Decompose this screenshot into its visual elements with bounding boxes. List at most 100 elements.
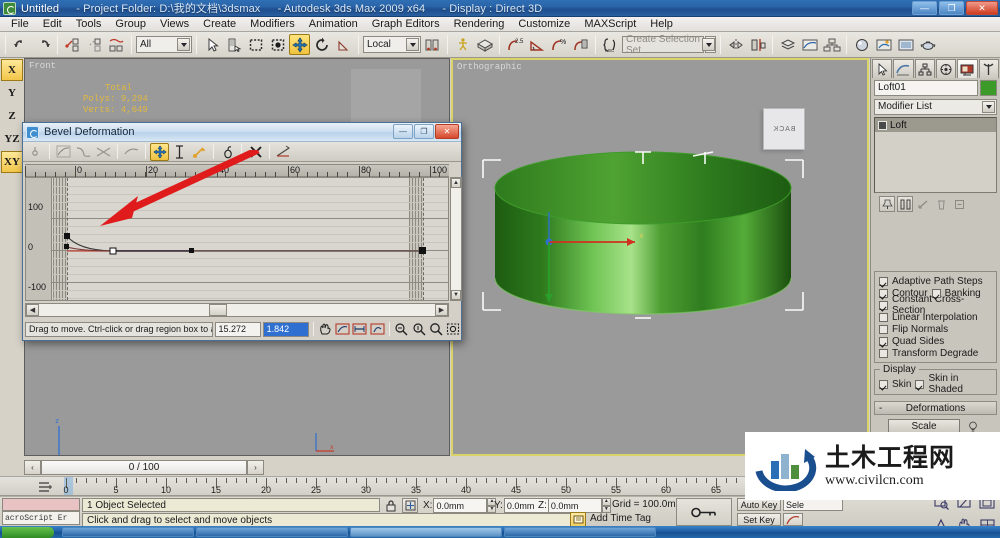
render-setup-button[interactable] <box>873 34 894 55</box>
object-name-field[interactable]: Loft01 <box>874 80 978 96</box>
axis-constraint-x[interactable]: X <box>1 59 23 81</box>
menu-item-tools[interactable]: Tools <box>69 17 109 32</box>
scroll-up-button[interactable]: ▲ <box>451 178 461 188</box>
taskbar-item-2[interactable] <box>196 527 348 537</box>
checkbox-row-quad-sides[interactable]: Quad Sides <box>879 335 994 347</box>
layer-manager-button[interactable] <box>777 34 798 55</box>
menu-item-rendering[interactable]: Rendering <box>447 17 512 32</box>
checkbox-flip-normals[interactable] <box>879 324 888 334</box>
angle-snap-toggle-button[interactable] <box>526 34 547 55</box>
checkbox-banking[interactable] <box>931 288 941 298</box>
delete-control-point-button[interactable] <box>246 143 265 161</box>
axis-constraint-z[interactable]: Z <box>1 105 23 127</box>
select-and-rotate-button[interactable] <box>311 34 332 55</box>
zoom-vertical-button[interactable] <box>411 321 426 337</box>
pin-stack-button[interactable] <box>879 196 895 212</box>
previous-frame-button[interactable]: ‹ <box>24 459 41 475</box>
zoom-region-button[interactable] <box>446 321 461 337</box>
modifier-list-combo[interactable]: Modifier List <box>874 99 997 115</box>
axis-constraint-xy[interactable]: XY <box>1 151 23 173</box>
checkbox-row-adaptive-path-steps[interactable]: Adaptive Path Steps <box>879 275 994 287</box>
rectangular-selection-region-button[interactable] <box>245 34 266 55</box>
menu-item-file[interactable]: File <box>4 17 36 32</box>
modifier-stack-item-loft[interactable]: Loft <box>875 118 996 132</box>
pan-button[interactable] <box>318 321 333 337</box>
start-button[interactable] <box>2 526 54 538</box>
snaps-toggle-button[interactable]: 2.5 <box>504 34 525 55</box>
menu-item-edit[interactable]: Edit <box>36 17 69 32</box>
checkbox-constant-cross-section[interactable] <box>879 300 888 310</box>
align-button[interactable] <box>747 34 768 55</box>
create-tab[interactable] <box>872 59 893 78</box>
corner-curve-button[interactable] <box>54 143 73 161</box>
utilities-tab[interactable] <box>978 59 999 78</box>
select-and-manipulate-button[interactable] <box>452 34 473 55</box>
named-selection-set-dropdown[interactable] <box>702 36 716 53</box>
coordinate-z-input[interactable]: 0.0mm <box>547 498 602 513</box>
close-button[interactable]: ✕ <box>966 1 998 15</box>
schematic-view-button[interactable] <box>821 34 842 55</box>
select-and-link-button[interactable] <box>62 34 83 55</box>
taskbar-item-3[interactable] <box>350 527 502 537</box>
object-color-swatch[interactable] <box>980 80 997 96</box>
display-checkbox-row[interactable]: Skin Skin in Shaded <box>879 373 992 395</box>
modify-tab[interactable] <box>893 59 914 78</box>
coordinate-z[interactable]: Z: 0.0mm ▲ ▼ <box>538 498 611 513</box>
dialog-x-field[interactable]: 15.272 <box>214 321 261 337</box>
bezier-curve-button[interactable] <box>122 143 141 161</box>
maximize-button[interactable]: ❐ <box>939 1 964 15</box>
menu-item-modifiers[interactable]: Modifiers <box>243 17 302 32</box>
lock-icon[interactable] <box>384 499 398 512</box>
material-editor-button[interactable] <box>851 34 872 55</box>
render-frame-window-button[interactable] <box>895 34 916 55</box>
axis-constraint-y[interactable]: Y <box>1 82 23 104</box>
maxscript-listener-input[interactable]: acroScript Er <box>2 511 80 525</box>
menu-item-help[interactable]: Help <box>643 17 680 32</box>
configure-modifier-sets-button[interactable] <box>951 196 967 212</box>
move-vertical-button[interactable] <box>170 143 189 161</box>
zoom-horizontal-button[interactable] <box>394 321 409 337</box>
menu-item-create[interactable]: Create <box>196 17 243 32</box>
scroll-down-button[interactable]: ▼ <box>451 290 461 300</box>
quick-render-button[interactable] <box>917 34 938 55</box>
chevron-down-icon[interactable] <box>702 38 715 51</box>
scroll-right-button[interactable]: ▶ <box>435 304 448 316</box>
move-control-point-button[interactable] <box>26 143 45 161</box>
maxscript-mini-listener[interactable]: acroScript Er <box>2 498 80 526</box>
use-center-flyout-button[interactable] <box>422 34 443 55</box>
bind-to-space-warp-button[interactable] <box>106 34 127 55</box>
menu-item-group[interactable]: Group <box>108 17 153 32</box>
keyboard-shortcut-override-button[interactable] <box>474 34 495 55</box>
hierarchy-tab[interactable] <box>914 59 935 78</box>
taskbar-item-4[interactable] <box>504 527 656 537</box>
maxscript-listener-output[interactable] <box>2 498 80 511</box>
bevel-deformation-dialog[interactable]: Bevel Deformation — ❐ ✕ 0 20 40 60 80 10… <box>22 122 462 341</box>
checkbox-transform-degrade[interactable] <box>879 348 888 358</box>
motion-tab[interactable] <box>935 59 957 78</box>
coordinate-x-input[interactable]: 0.0mm <box>433 498 488 513</box>
zoom-horizontal-extents-button[interactable] <box>352 321 367 337</box>
chevron-down-icon[interactable] <box>406 38 419 51</box>
reset-curve-button[interactable] <box>274 143 293 161</box>
named-selection-set-field[interactable]: Create Selection Set <box>622 34 704 56</box>
selection-filter-combo[interactable]: All <box>136 36 192 53</box>
deformation-graph[interactable]: 100 0 -100 <box>25 177 449 301</box>
window-crossing-button[interactable] <box>267 34 288 55</box>
time-slider[interactable]: ‹ 0 / 100 › <box>24 459 304 475</box>
coordinate-z-spinner[interactable]: ▲ ▼ <box>601 498 611 513</box>
undo-button[interactable] <box>10 34 31 55</box>
menu-item-customize[interactable]: Customize <box>511 17 577 32</box>
minimize-button[interactable]: — <box>912 1 937 15</box>
checkbox-skin-in-shaded[interactable] <box>915 379 925 389</box>
scale-control-point-button[interactable] <box>190 143 209 161</box>
coordinate-x[interactable]: X: 0.0mm ▲ ▼ <box>423 498 497 513</box>
add-time-tag-label[interactable]: Add Time Tag <box>590 513 651 524</box>
show-end-result-button[interactable] <box>897 196 913 212</box>
checkbox-row-linear-interpolation[interactable]: Linear Interpolation <box>879 311 994 323</box>
reference-coordinate-combo[interactable]: Local <box>363 36 421 53</box>
dialog-minimize-button[interactable]: — <box>393 124 413 139</box>
cross-curve-button[interactable] <box>94 143 113 161</box>
chevron-down-icon[interactable] <box>982 101 995 113</box>
redo-button[interactable] <box>32 34 53 55</box>
menu-item-animation[interactable]: Animation <box>302 17 365 32</box>
